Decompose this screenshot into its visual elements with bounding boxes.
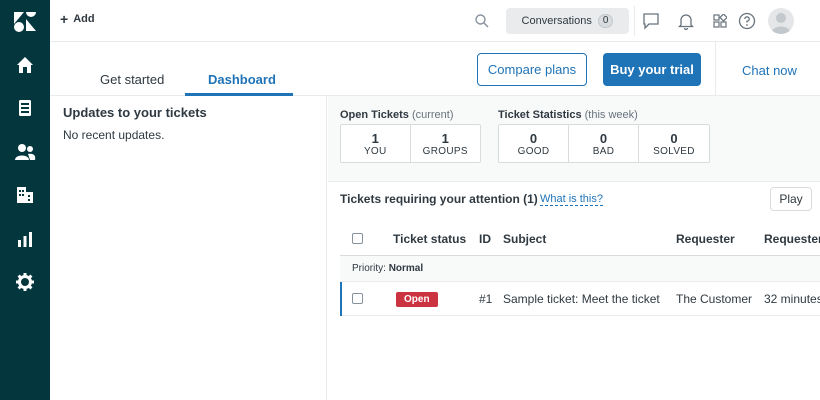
- tab-dashboard[interactable]: Dashboard: [208, 72, 276, 87]
- group-label-value: Normal: [388, 263, 424, 274]
- stat-you[interactable]: 1 YOU: [341, 125, 411, 162]
- column-header-subject[interactable]: Subject: [503, 232, 546, 246]
- updates-title: Updates to your tickets: [63, 105, 207, 120]
- add-label: Add: [73, 13, 95, 25]
- nav-customers[interactable]: [0, 132, 50, 172]
- play-button[interactable]: Play: [770, 187, 812, 211]
- home-icon: [17, 57, 33, 73]
- top-bar: + Add Conversations 0: [50, 0, 820, 42]
- stat-label: GROUPS: [422, 145, 468, 157]
- notifications-button[interactable]: [676, 11, 696, 31]
- ticket-stats-heading: Ticket Statistics (this week): [498, 109, 638, 121]
- sidebar: [0, 0, 50, 400]
- stat-value: 1: [371, 130, 379, 146]
- table-row[interactable]: Open #1 Sample ticket: Meet the ticket T…: [340, 282, 820, 316]
- tab-bar: Get started Dashboard Compare plans Buy …: [50, 42, 820, 96]
- grid-icon: [713, 14, 727, 28]
- stat-label: GOOD: [517, 145, 550, 157]
- user-avatar-icon: [771, 13, 791, 34]
- tab-get-started[interactable]: Get started: [100, 72, 164, 87]
- stat-good[interactable]: 0 GOOD: [499, 125, 569, 162]
- ticket-statistics: 0 GOOD 0 BAD 0 SOLVED: [498, 124, 710, 163]
- column-header-id[interactable]: ID: [479, 232, 491, 246]
- updates-panel: Updates to your tickets No recent update…: [50, 96, 327, 400]
- group-label-key: Priority:: [352, 263, 386, 274]
- buy-trial-button[interactable]: Buy your trial: [603, 53, 701, 86]
- open-tickets-stats: 1 YOU 1 GROUPS: [340, 124, 481, 163]
- select-all-checkbox[interactable]: [352, 233, 363, 244]
- stat-label: SOLVED: [653, 145, 695, 157]
- stat-label: YOU: [363, 145, 387, 157]
- group-label: Priority: Normal: [352, 263, 423, 274]
- bell-icon: [677, 14, 695, 30]
- row-highlight: [340, 282, 342, 316]
- open-tickets-title: Open Tickets: [340, 109, 409, 121]
- ticket-subject[interactable]: Sample ticket: Meet the ticket: [503, 292, 660, 306]
- stat-value: 0: [529, 130, 538, 146]
- status-badge: Open: [396, 292, 438, 307]
- conversations-label: Conversations: [521, 15, 592, 27]
- chat-button[interactable]: [641, 11, 661, 31]
- search-icon[interactable]: [474, 13, 490, 29]
- ticket-id: #1: [479, 292, 493, 306]
- dashboard-main: Open Tickets (current) 1 YOU 1 GROUPS Ti…: [328, 96, 820, 400]
- divider: [715, 42, 716, 96]
- chat-now-button[interactable]: Chat now: [742, 63, 797, 78]
- updates-empty-message: No recent updates.: [63, 128, 165, 142]
- divider: [634, 6, 635, 36]
- views-icon: [19, 100, 31, 116]
- help-button[interactable]: [737, 11, 757, 31]
- open-tickets-subtitle: (current): [411, 109, 454, 121]
- reporting-icon: [18, 232, 32, 247]
- plus-icon: +: [60, 11, 69, 27]
- group-row: Priority: Normal: [340, 256, 820, 282]
- stat-value: 0: [599, 130, 608, 146]
- stat-label: BAD: [592, 145, 615, 157]
- organizations-icon: [17, 187, 33, 203]
- products-button[interactable]: [710, 11, 730, 31]
- customers-icon: [15, 144, 36, 160]
- ticket-stats-subtitle: (this week): [584, 109, 638, 121]
- chat-icon: [643, 13, 659, 30]
- stat-solved[interactable]: 0 SOLVED: [639, 125, 709, 162]
- add-button[interactable]: + Add: [60, 12, 95, 26]
- open-tickets-heading: Open Tickets (current): [340, 109, 454, 121]
- nav-reporting[interactable]: [0, 219, 50, 259]
- row-checkbox[interactable]: [352, 293, 363, 304]
- conversations-count: 0: [597, 14, 614, 28]
- stat-value: 0: [670, 130, 678, 146]
- nav-views[interactable]: [0, 88, 50, 128]
- column-header-status[interactable]: Ticket status: [393, 232, 466, 246]
- stat-value: 1: [441, 130, 449, 146]
- compare-plans-button[interactable]: Compare plans: [477, 53, 587, 86]
- column-header-requested[interactable]: Requester: [764, 232, 820, 246]
- help-icon: [738, 12, 756, 30]
- gear-icon: [16, 273, 34, 291]
- column-header-requester[interactable]: Requester: [676, 232, 735, 246]
- nav-admin[interactable]: [0, 262, 50, 302]
- nav-organizations[interactable]: [0, 175, 50, 215]
- view-title: Tickets requiring your attention (1): [340, 192, 538, 206]
- ticket-requester[interactable]: The Customer: [676, 292, 752, 306]
- what-is-this-link[interactable]: What is this?: [540, 193, 603, 206]
- zendesk-logo[interactable]: [13, 10, 37, 32]
- nav-home[interactable]: [0, 45, 50, 85]
- avatar[interactable]: [768, 8, 794, 34]
- conversations-button[interactable]: Conversations 0: [506, 8, 629, 34]
- ticket-requested: 32 minutes: [764, 292, 820, 306]
- table-header: Ticket status ID Subject Requester Reque…: [340, 222, 820, 256]
- ticket-stats-title: Ticket Statistics: [498, 109, 582, 121]
- stat-bad[interactable]: 0 BAD: [569, 125, 639, 162]
- stat-groups[interactable]: 1 GROUPS: [411, 125, 481, 162]
- stats-area: Open Tickets (current) 1 YOU 1 GROUPS Ti…: [328, 96, 820, 182]
